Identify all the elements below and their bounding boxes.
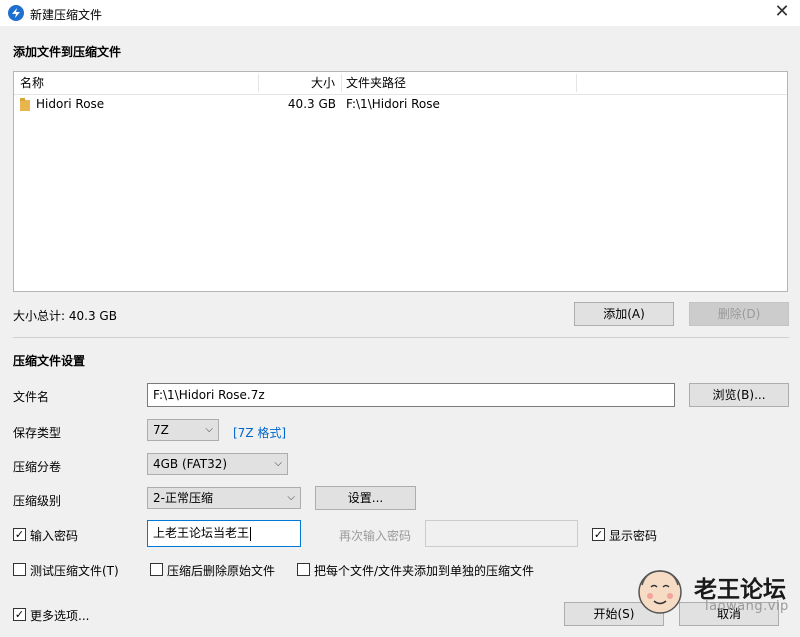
file-name: Hidori Rose: [36, 97, 105, 111]
file-size: 40.3 GB: [287, 97, 336, 111]
chevron-down-icon: ⌵: [205, 424, 213, 435]
compression-settings-button[interactable]: 设置...: [315, 486, 416, 510]
delete-after-label: 压缩后删除原始文件: [167, 564, 276, 578]
password-input[interactable]: 上老王论坛当老王: [147, 520, 301, 547]
password-repeat-input[interactable]: [425, 520, 578, 547]
files-section-title: 添加文件到压缩文件: [13, 45, 122, 59]
close-icon[interactable]: ✕: [772, 3, 792, 23]
archive-type-value: 7Z: [153, 423, 169, 437]
separate-archives-checkbox[interactable]: [297, 563, 310, 576]
column-header-path[interactable]: 文件夹路径: [342, 72, 574, 94]
file-list-header: 名称 大小 文件夹路径: [14, 72, 787, 95]
compression-level-value: 2-正常压缩: [153, 491, 213, 505]
password-value: 上老王论坛当老王: [153, 526, 250, 540]
divider: [13, 337, 789, 338]
table-row[interactable]: Hidori Rose 40.3 GB F:\1\Hidori Rose: [14, 94, 787, 114]
password-repeat-label: 再次输入密码: [339, 529, 412, 543]
remove-button[interactable]: 删除(D): [689, 302, 789, 326]
column-header-size[interactable]: 大小: [259, 72, 339, 94]
password-label: 输入密码: [30, 529, 79, 543]
watermark-url: laowang.vip: [705, 599, 789, 614]
total-size: 大小总计: 40.3 GB: [13, 309, 117, 323]
split-volume-value: 4GB (FAT32): [153, 457, 228, 471]
file-path: F:\1\Hidori Rose: [346, 97, 440, 111]
watermark-logo-icon: [638, 570, 682, 614]
separate-archives-label: 把每个文件/文件夹添加到单独的压缩文件: [314, 564, 535, 578]
window-title: 新建压缩文件: [30, 8, 103, 22]
archive-type-label: 保存类型: [13, 426, 62, 440]
text-caret: [250, 526, 252, 541]
browse-button[interactable]: 浏览(B)...: [689, 383, 789, 407]
filename-input[interactable]: F:\1\Hidori Rose.7z: [147, 383, 675, 407]
test-archive-checkbox[interactable]: [13, 563, 26, 576]
chevron-down-icon: ⌵: [287, 492, 295, 503]
chevron-down-icon: ⌵: [274, 458, 282, 469]
file-list[interactable]: 名称 大小 文件夹路径 Hidori Rose 40.3 GB F:\1\Hid…: [13, 71, 788, 292]
app-icon: [8, 5, 24, 21]
settings-section-title: 压缩文件设置: [13, 354, 86, 368]
column-divider[interactable]: [576, 74, 577, 92]
test-archive-label: 测试压缩文件(T): [30, 564, 119, 578]
more-options-label[interactable]: 更多选项...: [30, 607, 89, 624]
filename-label: 文件名: [13, 390, 50, 404]
more-options-checkbox[interactable]: ✓: [13, 608, 26, 621]
show-password-label: 显示密码: [609, 529, 658, 543]
compression-level-select[interactable]: 2-正常压缩 ⌵: [147, 487, 301, 509]
title-bar: 新建压缩文件 ✕: [0, 0, 800, 26]
folder-icon: [20, 98, 30, 111]
split-volume-label: 压缩分卷: [13, 460, 62, 474]
password-checkbox[interactable]: ✓: [13, 528, 26, 541]
column-header-name[interactable]: 名称: [16, 72, 256, 94]
compression-level-label: 压缩级别: [13, 494, 62, 508]
split-volume-select[interactable]: 4GB (FAT32) ⌵: [147, 453, 288, 475]
archive-type-select[interactable]: 7Z ⌵: [147, 419, 219, 441]
add-button[interactable]: 添加(A): [574, 302, 674, 326]
show-password-checkbox[interactable]: ✓: [592, 528, 605, 541]
format-link[interactable]: [7Z 格式]: [233, 424, 286, 441]
delete-after-checkbox[interactable]: [150, 563, 163, 576]
